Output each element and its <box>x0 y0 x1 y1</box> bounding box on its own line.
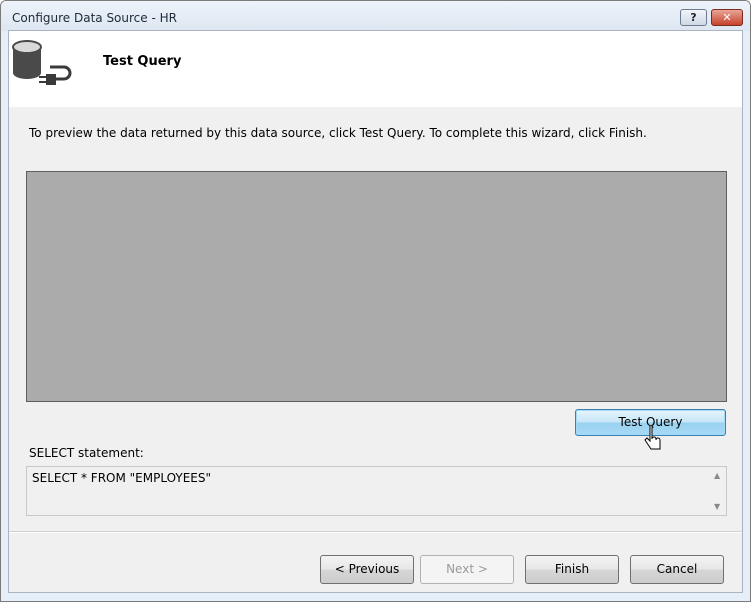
scroll-down-icon[interactable]: ▼ <box>714 502 720 511</box>
page-title: Test Query <box>103 54 182 69</box>
vertical-scrollbar[interactable]: ▲ ▼ <box>709 467 726 515</box>
help-button[interactable]: ? <box>680 9 707 26</box>
instruction-text: To preview the data returned by this dat… <box>29 126 647 140</box>
previous-button[interactable]: < Previous <box>320 555 414 584</box>
wizard-header: Test Query <box>9 31 742 107</box>
query-results-grid[interactable] <box>26 171 727 402</box>
window-title: Configure Data Source - HR <box>12 11 177 25</box>
select-statement-value: SELECT * FROM "EMPLOYEES" <box>32 471 212 485</box>
mouse-pointer-icon <box>644 425 661 450</box>
next-button[interactable]: Next > <box>420 555 514 584</box>
close-button[interactable]: ✕ <box>711 9 743 26</box>
configure-data-source-dialog: Configure Data Source - HR ? ✕ Test Quer… <box>0 0 751 602</box>
select-statement-label: SELECT statement: <box>29 446 144 460</box>
dialog-body: Test Query To preview the data returned … <box>8 30 743 593</box>
cancel-button[interactable]: Cancel <box>630 555 724 584</box>
scroll-up-icon[interactable]: ▲ <box>714 471 720 480</box>
finish-button[interactable]: Finish <box>525 555 619 584</box>
title-bar: Configure Data Source - HR ? ✕ <box>1 1 750 31</box>
footer-divider <box>9 531 742 533</box>
database-plug-icon <box>12 40 72 85</box>
select-statement-textbox[interactable]: SELECT * FROM "EMPLOYEES" ▲ ▼ <box>26 466 727 516</box>
